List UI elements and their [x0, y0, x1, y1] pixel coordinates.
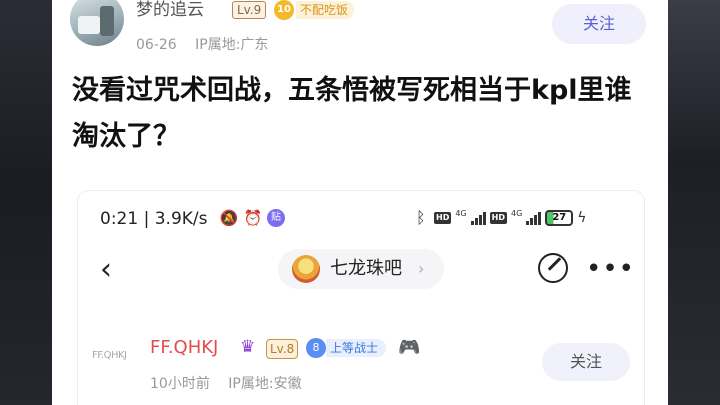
post-card: 梦的追云 Lv.9 10 不配吃饭 06-26 IP属地:广东 关注 没看过咒术… [52, 0, 668, 405]
status-icons: 🔕 ⏰ 贴 [219, 208, 285, 228]
net-speed: 3.9K/s [154, 209, 208, 229]
network-type: 4G [510, 208, 523, 218]
reply-fan-badge-icon: 8 [306, 338, 326, 358]
app-icon: 贴 [267, 209, 285, 227]
reply-fan-badge-label: 上等战士 [326, 339, 387, 357]
status-right: ᛒ HD 4G HD 4G 27 ϟ [416, 208, 587, 227]
reply-level-badge: Lv.8 [266, 339, 299, 359]
hd-icon: HD [434, 211, 452, 224]
reply-meta: 10小时前 IP属地:安徽 [150, 373, 316, 393]
mute-icon: 🔕 [219, 209, 239, 227]
clock-text: 0:21 [100, 209, 139, 229]
reply-avatar[interactable]: FF.QHKJ [92, 341, 142, 371]
network-type: 4G [455, 208, 467, 218]
hd-icon: HD [489, 211, 507, 224]
avatar-shape [78, 16, 100, 34]
charging-icon: ϟ [577, 209, 587, 226]
forum-logo-icon [292, 255, 320, 283]
post-meta: 06-26 IP属地:广东 [136, 34, 282, 54]
gamepad-icon: 🎮 [398, 337, 421, 358]
ip-location: IP属地:广东 [195, 37, 269, 53]
follow-button[interactable]: 关注 [552, 4, 646, 44]
edit-icon[interactable] [538, 253, 568, 283]
embedded-screenshot[interactable]: 0:21 | 3.9K/s 🔕 ⏰ 贴 ᛒ HD 4G HD 4G 27 ϟ ‹… [77, 190, 645, 405]
more-icon[interactable]: ••• [586, 249, 635, 289]
post-date: 06-26 [136, 37, 177, 53]
forum-pill[interactable]: 七龙珠吧 › [278, 249, 444, 289]
background-left [0, 0, 52, 405]
chevron-right-icon: › [418, 259, 425, 278]
signal-icon [526, 211, 542, 225]
reply-username[interactable]: FF.QHKJ [150, 337, 218, 358]
author-avatar[interactable] [70, 0, 124, 46]
forum-name: 七龙珠吧 [330, 258, 402, 279]
bluetooth-icon: ᛒ [416, 208, 426, 227]
battery-icon: 27 [545, 209, 574, 226]
status-time: 0:21 | 3.9K/s [100, 209, 208, 229]
alarm-icon: ⏰ [243, 209, 263, 227]
fan-badge-label: 不配吃饭 [296, 1, 355, 19]
reply-time: 10小时前 [150, 376, 210, 392]
post-title: 没看过咒术回战，五条悟被写死相当于kpl里谁淘汰了？ [72, 75, 632, 152]
author-name[interactable]: 梦的追云 [136, 0, 204, 20]
reply-ip-location: IP属地:安徽 [228, 376, 302, 392]
avatar-shape [100, 6, 114, 36]
signal-icon [470, 211, 486, 225]
background-right [668, 0, 720, 405]
level-badge: Lv.9 [232, 1, 267, 19]
reply-follow-button[interactable]: 关注 [542, 343, 630, 381]
fan-badge-icon: 10 [274, 0, 294, 20]
crown-icon: ♛ [240, 337, 256, 357]
chevron-left-icon[interactable]: ‹ [100, 253, 112, 287]
